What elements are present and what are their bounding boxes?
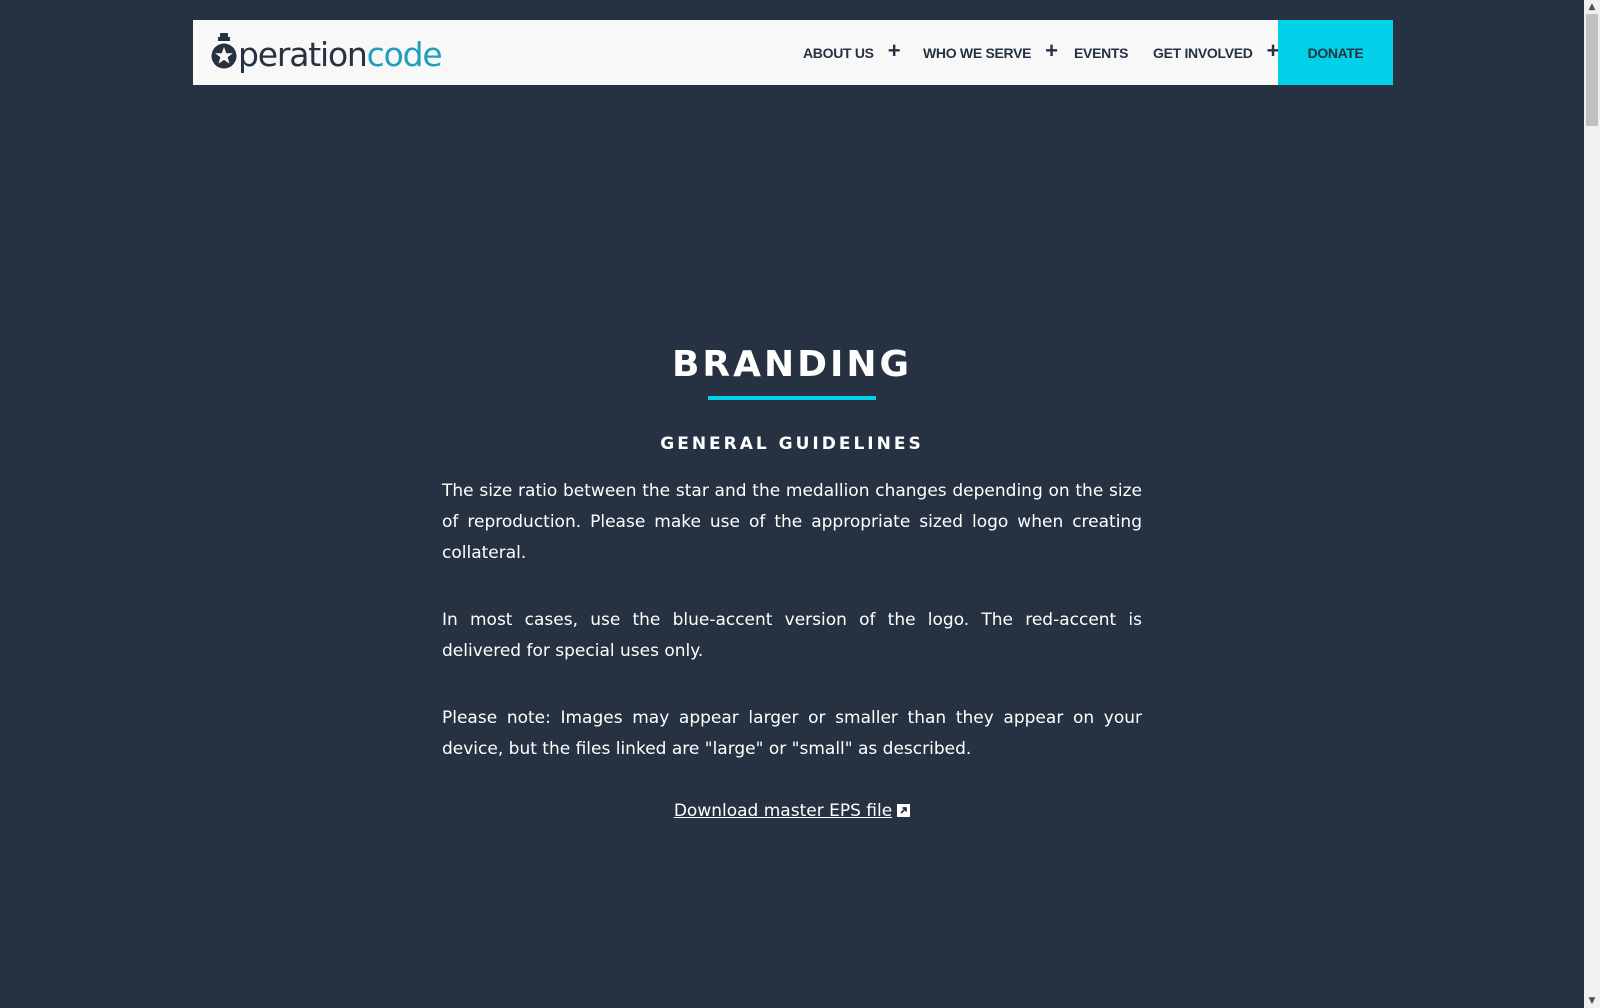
scroll-up-arrow-icon[interactable]: ▲: [1584, 0, 1600, 14]
guideline-paragraph: In most cases, use the blue-accent versi…: [442, 610, 1142, 662]
donate-button[interactable]: DONATE: [1278, 20, 1393, 85]
nav-label-get-involved: GET INVOLVED: [1153, 44, 1253, 61]
external-link-icon[interactable]: [897, 804, 911, 818]
title-underline: [708, 396, 876, 401]
nav-label-about-us: ABOUT US: [803, 44, 874, 61]
expand-plus-icon[interactable]: +: [1045, 38, 1058, 64]
download-master-eps-link[interactable]: Download master EPS file: [674, 801, 892, 821]
nav-item-who-we-serve[interactable]: WHO WE SERVE +: [923, 20, 1058, 85]
download-row: Download master EPS file: [442, 801, 1142, 821]
section-subtitle: GENERAL GUIDELINES: [660, 434, 924, 455]
nav-item-get-involved[interactable]: GET INVOLVED +: [1153, 20, 1279, 85]
page-scrollbar[interactable]: ▲ ▼: [1584, 0, 1600, 1008]
site-header: perationcode ABOUT US + WHO WE SERVE + E…: [193, 20, 1393, 85]
scroll-down-arrow-icon[interactable]: ▼: [1584, 994, 1600, 1008]
branding-section: BRANDING GENERAL GUIDELINES The size rat…: [442, 340, 1142, 821]
guideline-paragraph: Please note: Images may appear larger or…: [442, 708, 1142, 760]
nav-label-who-we-serve: WHO WE SERVE: [923, 44, 1032, 61]
nav-item-events[interactable]: EVENTS: [1074, 20, 1129, 85]
main-nav: ABOUT US + WHO WE SERVE + EVENTS GET INV…: [193, 20, 1393, 85]
guideline-paragraph: The size ratio between the star and the …: [442, 481, 1142, 564]
nav-item-about-us[interactable]: ABOUT US +: [803, 20, 901, 85]
nav-label-events: EVENTS: [1074, 44, 1129, 61]
scrollbar-thumb[interactable]: [1586, 14, 1598, 126]
page-title: BRANDING: [671, 344, 913, 385]
expand-plus-icon[interactable]: +: [888, 38, 901, 64]
